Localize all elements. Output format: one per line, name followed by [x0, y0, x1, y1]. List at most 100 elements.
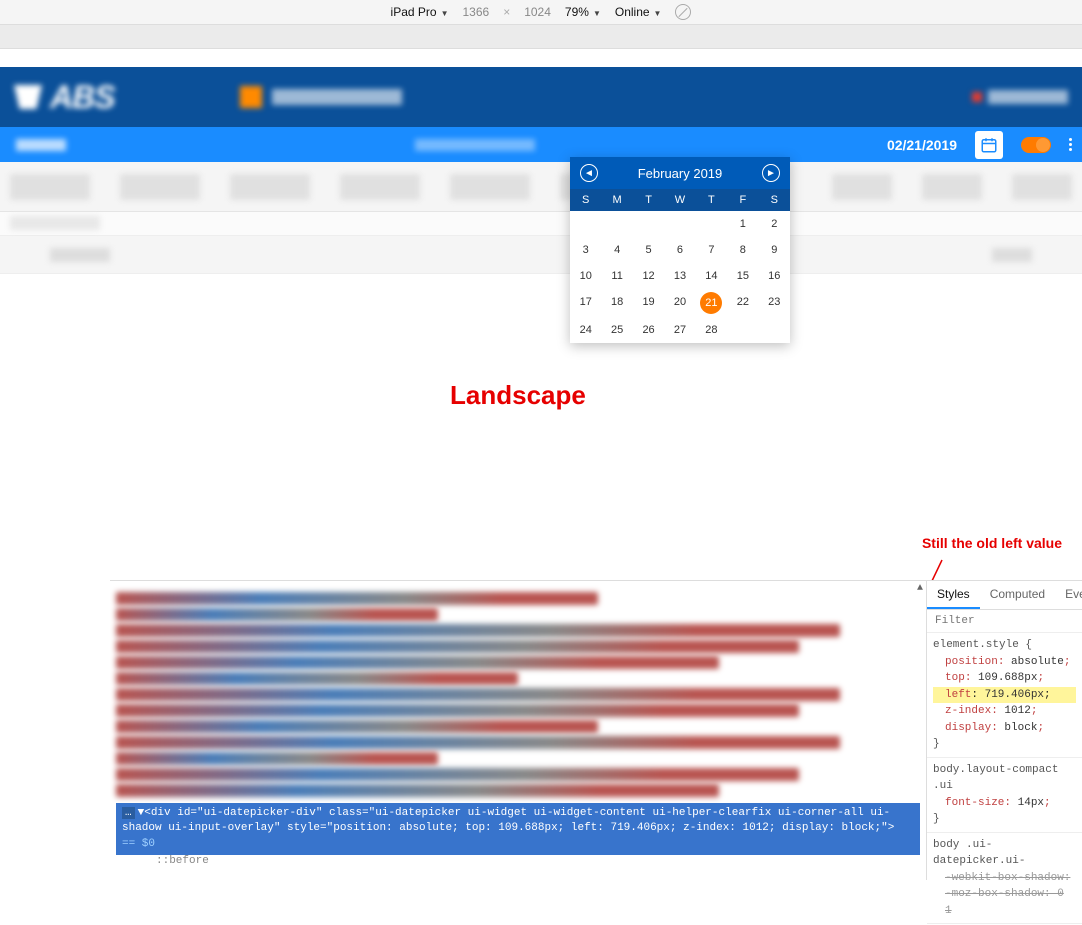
header-user-blur — [988, 90, 1068, 104]
devtools-panel: ▲ …▼<div id="ui-datepicker-div" class="u… — [110, 580, 1082, 880]
datepicker-day-cell[interactable]: 24 — [570, 317, 601, 343]
datepicker-day-cell[interactable]: 13 — [664, 263, 695, 289]
menu-dots-icon[interactable] — [1069, 138, 1072, 151]
datepicker-dayhead-cell: T — [633, 189, 664, 211]
table-col-blur — [340, 174, 420, 200]
dom-line-blur — [116, 720, 598, 733]
landscape-label: Landscape — [450, 380, 586, 411]
scroll-up-icon[interactable]: ▲ — [914, 583, 926, 594]
table-subrow — [0, 212, 1082, 236]
css-rule-body-datepicker[interactable]: body .ui-datepicker.ui- -webkit-box-shad… — [927, 833, 1082, 925]
network-selector[interactable]: Online — [615, 5, 662, 19]
datepicker-day-cell[interactable]: 4 — [601, 237, 632, 263]
dom-line-blur — [116, 736, 840, 749]
datepicker-day-cell[interactable]: 20 — [664, 289, 695, 317]
dom-line-blur — [116, 704, 799, 717]
datepicker-day-cell[interactable]: 16 — [759, 263, 790, 289]
datepicker-dayhead-cell: T — [696, 189, 727, 211]
datepicker-next-icon[interactable]: ► — [762, 164, 780, 182]
datepicker-day-cell[interactable]: 11 — [601, 263, 632, 289]
datepicker-day-cell[interactable]: 2 — [759, 211, 790, 237]
datepicker-day-cell[interactable]: 1 — [727, 211, 758, 237]
styles-filter-input[interactable] — [927, 610, 1082, 633]
css-highlighted-prop: left: 719.406px; — [933, 687, 1076, 704]
datepicker-day-cell[interactable]: 14 — [696, 263, 727, 289]
datepicker-day-cell[interactable]: 12 — [633, 263, 664, 289]
datepicker-day-cell[interactable]: 22 — [727, 289, 758, 317]
datepicker-day-cell[interactable]: 5 — [633, 237, 664, 263]
dom-line-blur — [116, 608, 438, 621]
zoom-selector[interactable]: 79% — [565, 5, 601, 19]
datepicker-prev-icon[interactable]: ◄ — [580, 164, 598, 182]
datepicker-day-cell[interactable]: 6 — [664, 237, 695, 263]
table-header-row — [0, 162, 1082, 212]
table-cell-blur — [50, 248, 110, 262]
subheader-label — [10, 137, 72, 153]
datepicker-day-cell: . — [727, 317, 758, 343]
dom-line-blur — [116, 768, 799, 781]
tab-computed[interactable]: Computed — [980, 581, 1055, 609]
calendar-icon[interactable] — [975, 131, 1003, 159]
datepicker-day-cell[interactable]: 19 — [633, 289, 664, 317]
header-right — [972, 90, 1068, 104]
white-gap — [0, 49, 1082, 67]
devtools-elements-panel[interactable]: ▲ …▼<div id="ui-datepicker-div" class="u… — [110, 581, 927, 880]
datepicker-dayhead-cell: S — [570, 189, 601, 211]
red-indicator — [972, 92, 982, 102]
datepicker-day-cell[interactable]: 25 — [601, 317, 632, 343]
table-row — [0, 236, 1082, 274]
header-center — [240, 86, 402, 108]
datepicker-day-cell[interactable]: 18 — [601, 289, 632, 317]
app-logo: ABS — [14, 79, 115, 116]
device-selector[interactable]: iPad Pro — [391, 5, 449, 19]
datepicker-day-cell[interactable]: 27 — [664, 317, 695, 343]
datepicker-day-cell[interactable]: 26 — [633, 317, 664, 343]
tab-event[interactable]: Eve — [1055, 581, 1082, 609]
css-selector: element.style { — [933, 637, 1076, 654]
app-header: ABS — [0, 67, 1082, 127]
dimension-separator: × — [503, 5, 510, 19]
header-title-blur — [272, 89, 402, 105]
table-col-blur — [230, 174, 310, 200]
datepicker-day-cell: . — [696, 211, 727, 237]
css-rule-element-style[interactable]: element.style { position: absolute; top:… — [927, 633, 1082, 758]
datepicker-day-cell[interactable]: 17 — [570, 289, 601, 317]
datepicker-day-cell: . — [601, 211, 632, 237]
css-rule-body-layout[interactable]: body.layout-compact .ui font-size: 14px;… — [927, 758, 1082, 833]
datepicker-day-cell[interactable]: 21 — [700, 292, 722, 314]
datepicker-day-cell[interactable]: 28 — [696, 317, 727, 343]
table-col-blur — [922, 174, 982, 200]
device-toolbar: iPad Pro 1366 × 1024 79% Online — [0, 0, 1082, 25]
datepicker-day-cell[interactable]: 3 — [570, 237, 601, 263]
datepicker-day-cell[interactable]: 10 — [570, 263, 601, 289]
tab-styles[interactable]: Styles — [927, 581, 980, 609]
device-height: 1024 — [524, 5, 551, 19]
dom-line-blur — [116, 752, 438, 765]
datepicker-day-cell: . — [759, 317, 790, 343]
datepicker-grid: .....12345678910111213141516171819202122… — [570, 211, 790, 343]
datepicker-day-cell[interactable]: 9 — [759, 237, 790, 263]
datepicker-popup: ◄ February 2019 ► SMTWTFS .....123456789… — [570, 157, 790, 343]
devtools-pseudo-before: ::before — [116, 855, 920, 867]
rotate-icon[interactable] — [675, 4, 691, 20]
datepicker-day-cell: . — [570, 211, 601, 237]
datepicker-day-cell: . — [664, 211, 695, 237]
datepicker-dayheader: SMTWTFS — [570, 189, 790, 211]
logo-text: ABS — [50, 79, 115, 116]
datepicker-day-cell[interactable]: 15 — [727, 263, 758, 289]
dom-line-blur — [116, 688, 840, 701]
datepicker-day-cell[interactable]: 8 — [727, 237, 758, 263]
table-col-blur — [1012, 174, 1072, 200]
datepicker-dayhead-cell: W — [664, 189, 695, 211]
devtools-selected-node[interactable]: …▼<div id="ui-datepicker-div" class="ui-… — [116, 803, 920, 855]
table-col-blur — [10, 174, 90, 200]
dom-line-blur — [116, 592, 598, 605]
table-col-blur — [120, 174, 200, 200]
datepicker-day-cell[interactable]: 23 — [759, 289, 790, 317]
date-field[interactable]: 02/21/2019 — [879, 137, 965, 153]
orange-badge — [240, 86, 262, 108]
toggle-switch[interactable] — [1021, 137, 1051, 153]
datepicker-header: ◄ February 2019 ► — [570, 157, 790, 189]
dom-line-blur — [116, 656, 719, 669]
datepicker-day-cell[interactable]: 7 — [696, 237, 727, 263]
